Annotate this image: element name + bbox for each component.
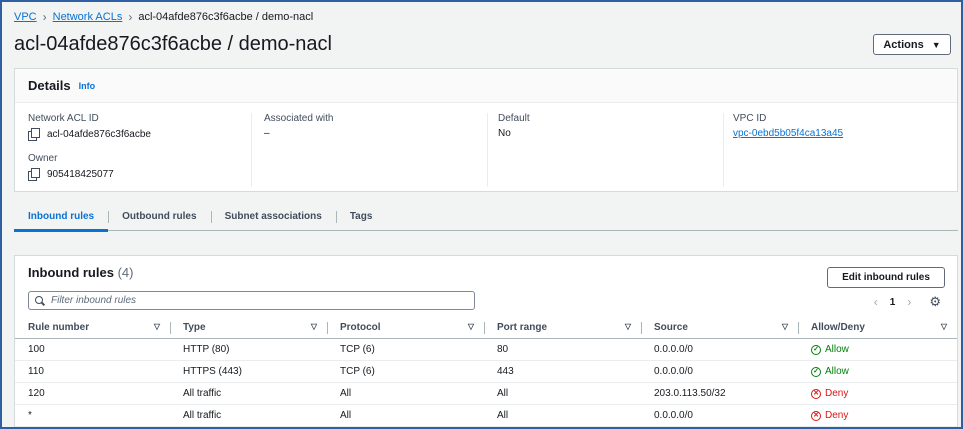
column-header-allow-deny[interactable]: Allow/Deny ▽ [798, 318, 957, 339]
sort-icon[interactable]: ▽ [782, 322, 788, 331]
vpc-id-label: VPC ID [733, 113, 767, 124]
sort-icon[interactable]: ▽ [468, 322, 474, 331]
x-circle-icon: ✕ [811, 388, 821, 399]
cell-source: 203.0.113.50/32 [641, 382, 798, 405]
cell-protocol: TCP (6) [327, 360, 484, 383]
inbound-rules-table: Rule number ▽ Type ▽ Protocol ▽ Port range ▽… [15, 318, 957, 427]
tab-bar: Inbound rules Outbound rules Subnet asso… [14, 203, 958, 232]
status-deny: ✕ Deny [811, 410, 848, 421]
column-header-source[interactable]: Source ▽ [641, 318, 798, 339]
owner-label: Owner [28, 153, 58, 164]
cell-rule-number: 120 [15, 382, 170, 405]
column-header-port-range[interactable]: Port range ▽ [484, 318, 641, 339]
cell-allow-deny: ✕ Deny [798, 382, 957, 405]
breadcrumb-current: acl-04afde876c3f6acbe / demo-nacl [138, 11, 314, 23]
cell-allow-deny: ✓ Allow [798, 360, 957, 383]
tab-outbound-rules[interactable]: Outbound rules [108, 203, 210, 231]
screenshot-frame: VPC › Network ACLs › acl-04afde876c3f6ac… [0, 0, 963, 429]
sort-icon[interactable]: ▽ [941, 322, 947, 331]
cell-protocol: TCP (6) [327, 338, 484, 361]
cell-port-range: 80 [484, 338, 641, 361]
breadcrumb-vpc-link[interactable]: VPC [14, 11, 37, 23]
details-col-acl: Network ACL ID acl-04afde876c3f6acbe Own… [15, 113, 251, 187]
cell-protocol: All [327, 382, 484, 405]
search-icon [35, 295, 45, 306]
cell-type: All traffic [170, 382, 327, 405]
default-label: Default [498, 113, 530, 124]
tab-subnet-associations[interactable]: Subnet associations [210, 203, 336, 231]
tab-inbound-rules[interactable]: Inbound rules [14, 203, 109, 232]
table-row: 100 HTTP (80) TCP (6) 80 0.0.0.0/0 ✓ Allo… [15, 338, 957, 361]
status-allow: ✓ Allow [811, 344, 849, 355]
copy-icon[interactable] [28, 128, 40, 141]
page-title: acl-04afde876c3f6acbe / demo-nacl [14, 33, 332, 55]
details-heading: Details [28, 78, 71, 93]
network-acl-id-label: Network ACL ID [28, 113, 99, 124]
page-number[interactable]: 1 [890, 297, 896, 308]
copy-icon[interactable] [28, 168, 40, 181]
x-circle-icon: ✕ [811, 410, 821, 421]
cell-port-range: 443 [484, 360, 641, 383]
details-col-vpc: VPC ID vpc-0ebd5b05f4ca13a45 [723, 113, 959, 187]
vpc-id-link[interactable]: vpc-0ebd5b05f4ca13a45 [733, 128, 843, 139]
sort-icon[interactable]: ▽ [154, 322, 160, 331]
cell-rule-number: 110 [15, 360, 170, 383]
cell-type: HTTPS (443) [170, 360, 327, 383]
status-deny: ✕ Deny [811, 388, 848, 399]
sort-icon[interactable]: ▽ [625, 322, 631, 331]
network-acl-id-value: acl-04afde876c3f6acbe [47, 128, 151, 140]
cell-source: 0.0.0.0/0 [641, 338, 798, 361]
chevron-right-icon: › [42, 10, 47, 24]
column-header-protocol[interactable]: Protocol ▽ [327, 318, 484, 339]
cell-type: All traffic [170, 404, 327, 427]
table-row: 110 HTTPS (443) TCP (6) 443 0.0.0.0/0 ✓ A… [15, 360, 957, 383]
inbound-rules-title: Inbound rules (4) [28, 265, 133, 280]
filter-inbound-rules-input[interactable] [51, 295, 451, 306]
associated-with-value: – [264, 128, 270, 139]
inbound-rules-count: (4) [117, 265, 134, 280]
caret-down-icon: ▼ [931, 39, 941, 50]
associated-with-label: Associated with [264, 113, 334, 124]
info-link[interactable]: Info [79, 81, 96, 91]
cell-port-range: All [484, 404, 641, 427]
cell-source: 0.0.0.0/0 [641, 360, 798, 383]
check-circle-icon: ✓ [811, 366, 821, 377]
actions-button-label: Actions [883, 38, 924, 51]
check-circle-icon: ✓ [811, 344, 821, 355]
column-header-rule-number[interactable]: Rule number ▽ [15, 318, 170, 339]
breadcrumb-network-acls-link[interactable]: Network ACLs [53, 11, 123, 23]
owner-value: 905418425077 [47, 168, 114, 180]
cell-allow-deny: ✕ Deny [798, 404, 957, 427]
chevron-right-icon: › [128, 10, 133, 24]
sort-icon[interactable]: ▽ [311, 322, 317, 331]
details-col-default: Default No [487, 113, 723, 187]
cell-rule-number: * [15, 404, 170, 427]
edit-inbound-rules-button[interactable]: Edit inbound rules [827, 267, 945, 288]
details-col-associated: Associated with – [251, 113, 487, 187]
tab-tags[interactable]: Tags [335, 203, 387, 231]
filter-box[interactable] [28, 291, 475, 310]
pagination: ‹ 1 › ⚙ [874, 294, 941, 310]
cell-rule-number: 100 [15, 338, 170, 361]
cell-allow-deny: ✓ Allow [798, 338, 957, 361]
column-header-type[interactable]: Type ▽ [170, 318, 327, 339]
status-allow: ✓ Allow [811, 366, 849, 377]
chevron-left-icon[interactable]: ‹ [874, 295, 878, 309]
details-panel: Details Info Network ACL ID acl-04afde87… [14, 68, 958, 192]
breadcrumb: VPC › Network ACLs › acl-04afde876c3f6ac… [14, 10, 313, 24]
chevron-right-icon[interactable]: › [907, 295, 911, 309]
default-value: No [498, 128, 511, 139]
table-row: * All traffic All All 0.0.0.0/0 ✕ Deny [15, 404, 957, 427]
cell-type: HTTP (80) [170, 338, 327, 361]
actions-button[interactable]: Actions ▼ [873, 34, 951, 55]
cell-protocol: All [327, 404, 484, 427]
inbound-rules-heading: Inbound rules [28, 265, 114, 280]
details-header: Details Info [15, 69, 957, 103]
cell-source: 0.0.0.0/0 [641, 404, 798, 427]
table-row: 120 All traffic All All 203.0.113.50/32 … [15, 382, 957, 405]
gear-icon[interactable]: ⚙ [929, 294, 941, 310]
inbound-rules-panel: Inbound rules (4) Edit inbound rules ‹ 1… [14, 255, 958, 427]
cell-port-range: All [484, 382, 641, 405]
